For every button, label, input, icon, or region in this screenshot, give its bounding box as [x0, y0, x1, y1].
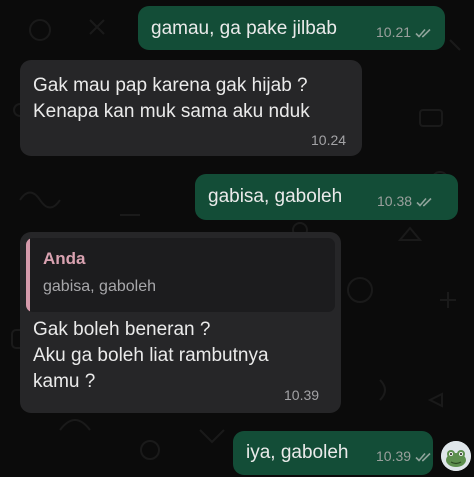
- quote-text: gabisa, gaboleh: [43, 278, 156, 295]
- avatar-frog-icon[interactable]: [441, 441, 471, 471]
- chat-thread: gamau, ga pake jilbab 10.21 Gak mau pap …: [0, 0, 474, 477]
- double-check-icon: [415, 453, 431, 462]
- quoted-message[interactable]: Anda gabisa, gaboleh: [26, 238, 335, 312]
- message-meta: 10.38: [377, 193, 434, 209]
- incoming-reply-message[interactable]: Anda gabisa, gaboleh Gak boleh beneran ?…: [20, 232, 341, 413]
- message-time: 10.21: [376, 24, 412, 40]
- frog-icon: [441, 441, 471, 471]
- message-text: gabisa, gaboleh: [208, 186, 343, 207]
- incoming-message[interactable]: Gak mau pap karena gak hijab ? Kenapa ka…: [20, 60, 362, 156]
- message-meta: 10.21: [376, 24, 433, 40]
- double-check-icon: [416, 198, 432, 207]
- quote-accent-bar: [26, 238, 30, 312]
- outgoing-message[interactable]: gamau, ga pake jilbab 10.21: [138, 6, 445, 50]
- double-check-icon: [415, 29, 431, 38]
- message-time: 10.39: [376, 448, 412, 464]
- quote-author: Anda: [43, 249, 86, 268]
- message-time: 10.39: [284, 387, 320, 403]
- message-text: gamau, ga pake jilbab: [151, 18, 337, 39]
- message-time: 10.24: [311, 132, 347, 148]
- message-text: Gak boleh beneran ? Aku ga boleh liat ra…: [33, 319, 269, 392]
- message-text: iya, gaboleh: [246, 442, 349, 463]
- outgoing-message[interactable]: iya, gaboleh 10.39: [233, 431, 433, 475]
- outgoing-message[interactable]: gabisa, gaboleh 10.38: [195, 174, 458, 220]
- message-text: Gak mau pap karena gak hijab ? Kenapa ka…: [33, 75, 310, 122]
- message-meta: 10.39: [376, 448, 433, 464]
- message-time: 10.38: [377, 193, 413, 209]
